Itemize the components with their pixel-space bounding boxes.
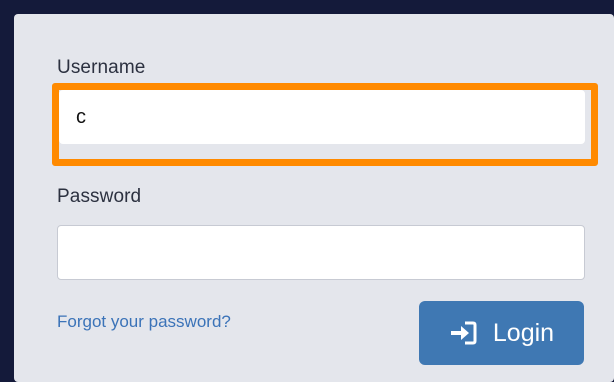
- sign-in-icon: [449, 321, 477, 345]
- username-input[interactable]: [59, 90, 585, 144]
- password-label: Password: [57, 186, 142, 207]
- forgot-password-link[interactable]: Forgot your password?: [57, 312, 231, 332]
- password-input[interactable]: [57, 225, 585, 280]
- login-button[interactable]: Login: [419, 301, 584, 365]
- username-label: Username: [57, 57, 146, 78]
- login-panel: Username Password Forgot your password? …: [14, 14, 614, 382]
- login-button-label: Login: [492, 318, 555, 347]
